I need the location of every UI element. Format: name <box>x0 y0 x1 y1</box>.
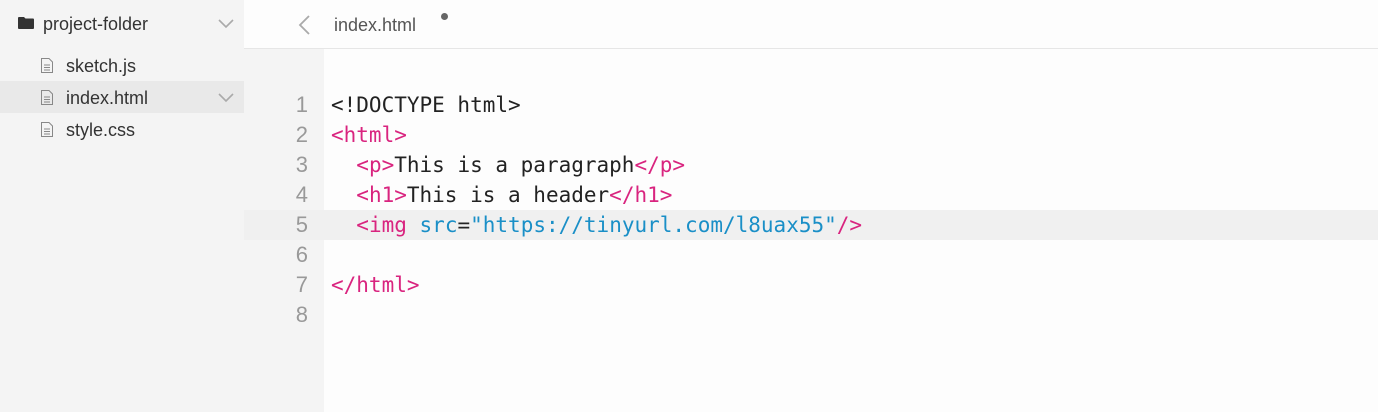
code-token-attr: src <box>419 213 458 237</box>
folder-icon <box>18 17 34 29</box>
code-line[interactable]: <h1>This is a header</h1> <box>331 180 672 210</box>
folder-row[interactable]: project-folder <box>0 0 244 48</box>
file-name: style.css <box>66 120 136 140</box>
code-token-tag: </html> <box>331 273 420 297</box>
code-token-tag: /> <box>836 213 863 237</box>
file-icon <box>41 58 53 73</box>
code-token-plain: = <box>457 213 471 237</box>
code-token-tag: </h1> <box>609 183 673 207</box>
line-number: 4 <box>295 182 308 207</box>
code-line[interactable]: <img src="https://tinyurl.com/l8uax55"/> <box>331 210 862 240</box>
chevron-left-icon[interactable] <box>298 15 310 35</box>
file-item-style[interactable]: style.css <box>0 113 244 145</box>
chevron-down-icon[interactable] <box>218 93 234 103</box>
code-token-tag: </p> <box>634 153 686 177</box>
file-item-index[interactable]: index.html <box>0 81 244 113</box>
code-token-str: "https://tinyurl.com/l8uax55" <box>470 213 837 237</box>
line-number: 6 <box>295 242 308 267</box>
file-name: sketch.js <box>66 56 137 76</box>
code-token-tag: <p> <box>356 153 395 177</box>
code-token-tag: <h1> <box>356 183 407 207</box>
code-line[interactable]: </html> <box>331 270 420 300</box>
file-icon <box>41 122 53 137</box>
code-line[interactable]: <p>This is a paragraph</p> <box>331 150 685 180</box>
code-token-plain: This is a header <box>406 183 610 207</box>
code-line[interactable]: <!DOCTYPE html> <box>331 90 521 120</box>
chevron-down-icon[interactable] <box>218 19 234 29</box>
folder-name: project-folder <box>43 14 149 34</box>
code-line[interactable]: <html> <box>331 120 407 150</box>
file-name: index.html <box>66 88 149 108</box>
file-item-sketch[interactable]: sketch.js <box>0 49 244 81</box>
line-number: 8 <box>295 302 308 327</box>
file-sidebar: project-folder sketch.js index.html styl… <box>0 0 244 412</box>
line-number: 7 <box>295 272 308 297</box>
editor-tab-header: index.html <box>244 0 1378 49</box>
editor-app: project-folder sketch.js index.html styl… <box>0 0 1378 412</box>
code-token-plain: <!DOCTYPE html> <box>331 93 521 117</box>
line-number: 2 <box>295 122 308 147</box>
code-token-plain: This is a paragraph <box>394 153 635 177</box>
line-number: 3 <box>295 152 308 177</box>
code-token-tag: <html> <box>331 123 407 147</box>
code-token-tag: <img <box>356 213 407 237</box>
line-number: 1 <box>295 92 308 117</box>
line-number: 5 <box>295 212 308 237</box>
file-icon <box>41 90 53 105</box>
unsaved-indicator <box>441 13 448 20</box>
tab-title[interactable]: index.html <box>334 14 416 36</box>
